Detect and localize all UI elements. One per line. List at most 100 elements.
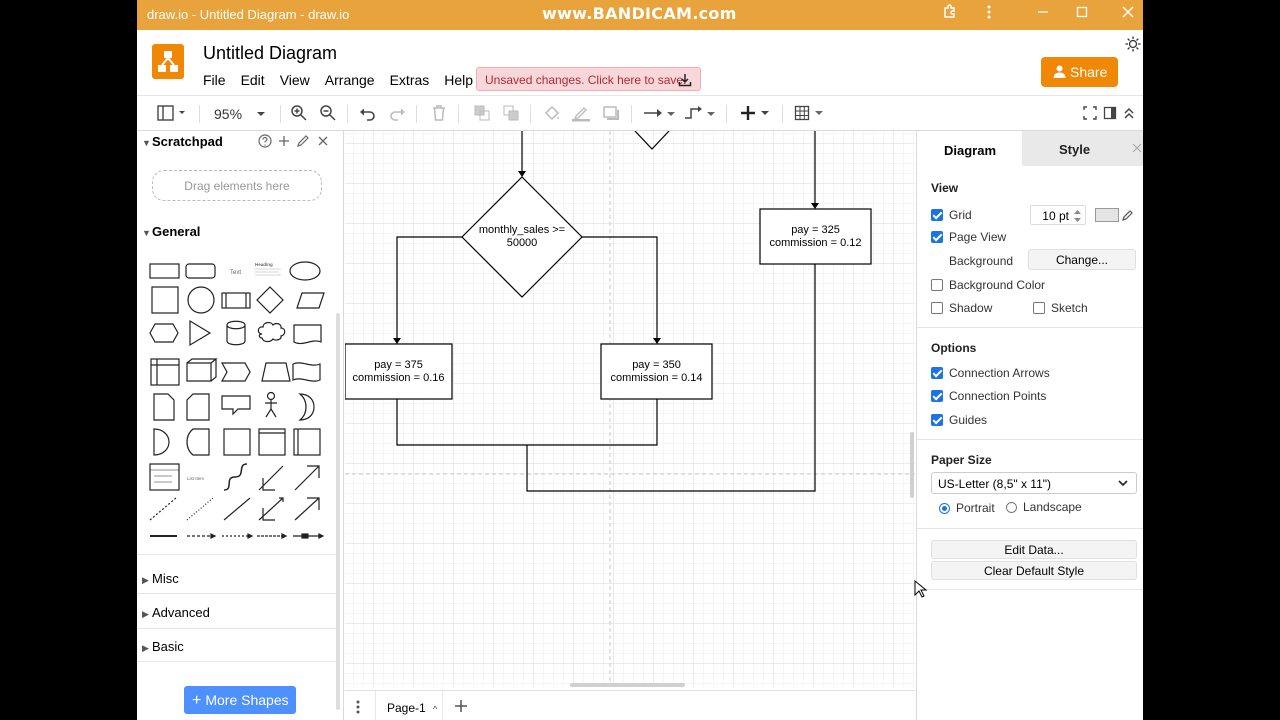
add-page-icon[interactable] xyxy=(453,698,469,719)
menu-file[interactable]: File xyxy=(203,72,226,88)
menu-edit[interactable]: Edit xyxy=(241,72,265,88)
guides-checkbox[interactable]: Guides xyxy=(931,413,987,429)
more-shapes-button[interactable]: + More Shapes xyxy=(184,686,296,714)
insert-plus-icon[interactable] xyxy=(740,104,772,124)
shape-document xyxy=(293,324,322,345)
grid-label: Grid xyxy=(949,208,972,222)
menu-view[interactable]: View xyxy=(280,72,310,88)
connection-arrows-checkbox[interactable]: Connection Arrows xyxy=(931,366,1050,382)
landscape-radio[interactable]: Landscape xyxy=(1006,500,1082,516)
grid-size-input[interactable]: 10 pt xyxy=(1030,205,1086,225)
shadow-icon[interactable] xyxy=(602,104,620,124)
general-section-header[interactable]: ▼General xyxy=(142,224,200,239)
grid-checkbox[interactable]: Grid xyxy=(931,208,972,224)
shape-circle xyxy=(187,286,215,314)
box-mid-line2: commission = 0.14 xyxy=(610,372,703,384)
sketch-check-icon xyxy=(1033,302,1045,314)
page-tab-current[interactable]: Page-1 ^ xyxy=(375,691,443,720)
theme-toggle-icon[interactable] xyxy=(1125,36,1141,52)
spinner-icon[interactable] xyxy=(1073,209,1082,223)
paper-size-select[interactable]: US-Letter (8,5" x 11") xyxy=(931,472,1137,494)
table-insert-icon[interactable] xyxy=(794,104,826,124)
collapse-toolbar-icon[interactable] xyxy=(1123,104,1135,124)
delete-icon[interactable] xyxy=(431,104,447,124)
to-front-icon[interactable] xyxy=(473,104,491,124)
pages-menu-icon[interactable] xyxy=(355,699,361,720)
connection-style-icon[interactable] xyxy=(643,104,677,124)
shadow-label: Shadow xyxy=(949,301,993,315)
menu-extras[interactable]: Extras xyxy=(390,72,430,88)
general-shapes-palette[interactable]: Text Heading List Item xyxy=(145,258,325,548)
fullscreen-icon[interactable] xyxy=(1083,104,1097,124)
portrait-radio[interactable]: Portrait xyxy=(939,501,995,517)
unsaved-changes-button[interactable]: Unsaved changes. Click here to save. xyxy=(476,67,701,91)
connection-points-checkbox[interactable]: Connection Points xyxy=(931,389,1046,405)
change-background-button[interactable]: Change... xyxy=(1028,249,1136,270)
basic-section-header[interactable]: ▶ Basic xyxy=(142,639,184,654)
format-panel-toggle-icon[interactable] xyxy=(1103,104,1117,124)
canvas-horizontal-scrollbar[interactable] xyxy=(570,683,685,687)
drag-hint: Drag elements here xyxy=(184,179,290,193)
share-button[interactable]: Share xyxy=(1041,57,1118,87)
close-scratchpad-icon[interactable] xyxy=(316,134,330,153)
edge-decision-right xyxy=(582,236,658,340)
box-middle-label: pay = 350 commission = 0.14 xyxy=(601,359,712,385)
background-color-check-icon xyxy=(931,279,943,291)
grid-color-swatch[interactable] xyxy=(1095,208,1119,222)
advanced-section-header[interactable]: ▶ Advanced xyxy=(142,605,210,620)
edit-pencil-icon[interactable] xyxy=(296,134,310,153)
shape-triangle xyxy=(189,319,212,347)
page-view-checkbox[interactable]: Page View xyxy=(931,230,1006,246)
background-color-checkbox[interactable]: Background Color xyxy=(931,278,1045,294)
minimize-icon[interactable] xyxy=(1031,4,1055,26)
line-color-icon[interactable] xyxy=(571,104,591,124)
zoom-out-icon[interactable] xyxy=(319,104,337,124)
menu-help[interactable]: Help xyxy=(444,72,473,88)
chevron-up-icon[interactable]: ^ xyxy=(433,704,437,714)
maximize-icon[interactable] xyxy=(1070,4,1094,26)
undo-icon[interactable] xyxy=(359,104,377,124)
scratchpad-drop-zone[interactable]: Drag elements here xyxy=(152,170,322,201)
diagram-canvas[interactable]: monthly_sales >= 50000 pay = 375 commiss… xyxy=(345,131,915,687)
redo-icon[interactable] xyxy=(388,104,406,124)
shape-dotted-line xyxy=(186,497,214,521)
eyedropper-icon[interactable] xyxy=(1121,208,1133,227)
zoom-dropdown-icon[interactable] xyxy=(256,104,266,124)
scratchpad-title: Scratchpad xyxy=(152,134,223,149)
edit-data-label: Edit Data... xyxy=(1004,543,1064,557)
extensions-icon[interactable] xyxy=(938,4,962,26)
tab-style[interactable]: Style xyxy=(1022,131,1143,166)
canvas-vertical-scrollbar[interactable] xyxy=(910,432,914,498)
shape-line xyxy=(223,497,251,521)
save-download-icon xyxy=(678,74,692,87)
close-panel-icon[interactable] xyxy=(1132,141,1142,159)
basic-title: Basic xyxy=(152,639,184,654)
panels-toggle-icon[interactable] xyxy=(157,104,187,124)
shape-list-item-sample: List Item xyxy=(187,476,204,481)
zoom-in-icon[interactable] xyxy=(290,104,308,124)
tab-diagram[interactable]: Diagram xyxy=(917,131,1022,166)
to-back-icon[interactable] xyxy=(502,104,520,124)
document-title[interactable]: Untitled Diagram xyxy=(203,43,337,64)
scratchpad-header[interactable]: ▼Scratchpad xyxy=(142,134,223,149)
menu-arrange[interactable]: Arrange xyxy=(325,72,375,88)
more-vert-icon[interactable] xyxy=(977,4,1001,26)
fill-color-icon[interactable] xyxy=(543,104,561,124)
add-icon[interactable] xyxy=(277,134,291,153)
waypoints-icon[interactable] xyxy=(683,104,717,124)
shape-callout xyxy=(221,395,251,416)
zoom-select[interactable]: 95% xyxy=(214,106,242,126)
edit-data-button[interactable]: Edit Data... xyxy=(931,540,1137,559)
sketch-checkbox[interactable]: Sketch xyxy=(1033,301,1088,317)
help-icon[interactable] xyxy=(258,134,272,153)
clear-default-style-button[interactable]: Clear Default Style xyxy=(931,561,1137,580)
shape-delay xyxy=(153,428,170,456)
shapes-sidebar: ▼Scratchpad Drag elements here ▼General xyxy=(137,131,344,720)
recording-watermark: www.BANDICAM.com xyxy=(542,4,737,23)
sidebar-scrollbar[interactable] xyxy=(336,313,340,710)
close-window-icon[interactable] xyxy=(1116,4,1140,26)
menubar: File Edit View Arrange Extras Help xyxy=(203,72,488,88)
misc-section-header[interactable]: ▶ Misc xyxy=(142,571,179,586)
shape-process-bars xyxy=(225,293,247,308)
shadow-checkbox[interactable]: Shadow xyxy=(931,301,992,317)
